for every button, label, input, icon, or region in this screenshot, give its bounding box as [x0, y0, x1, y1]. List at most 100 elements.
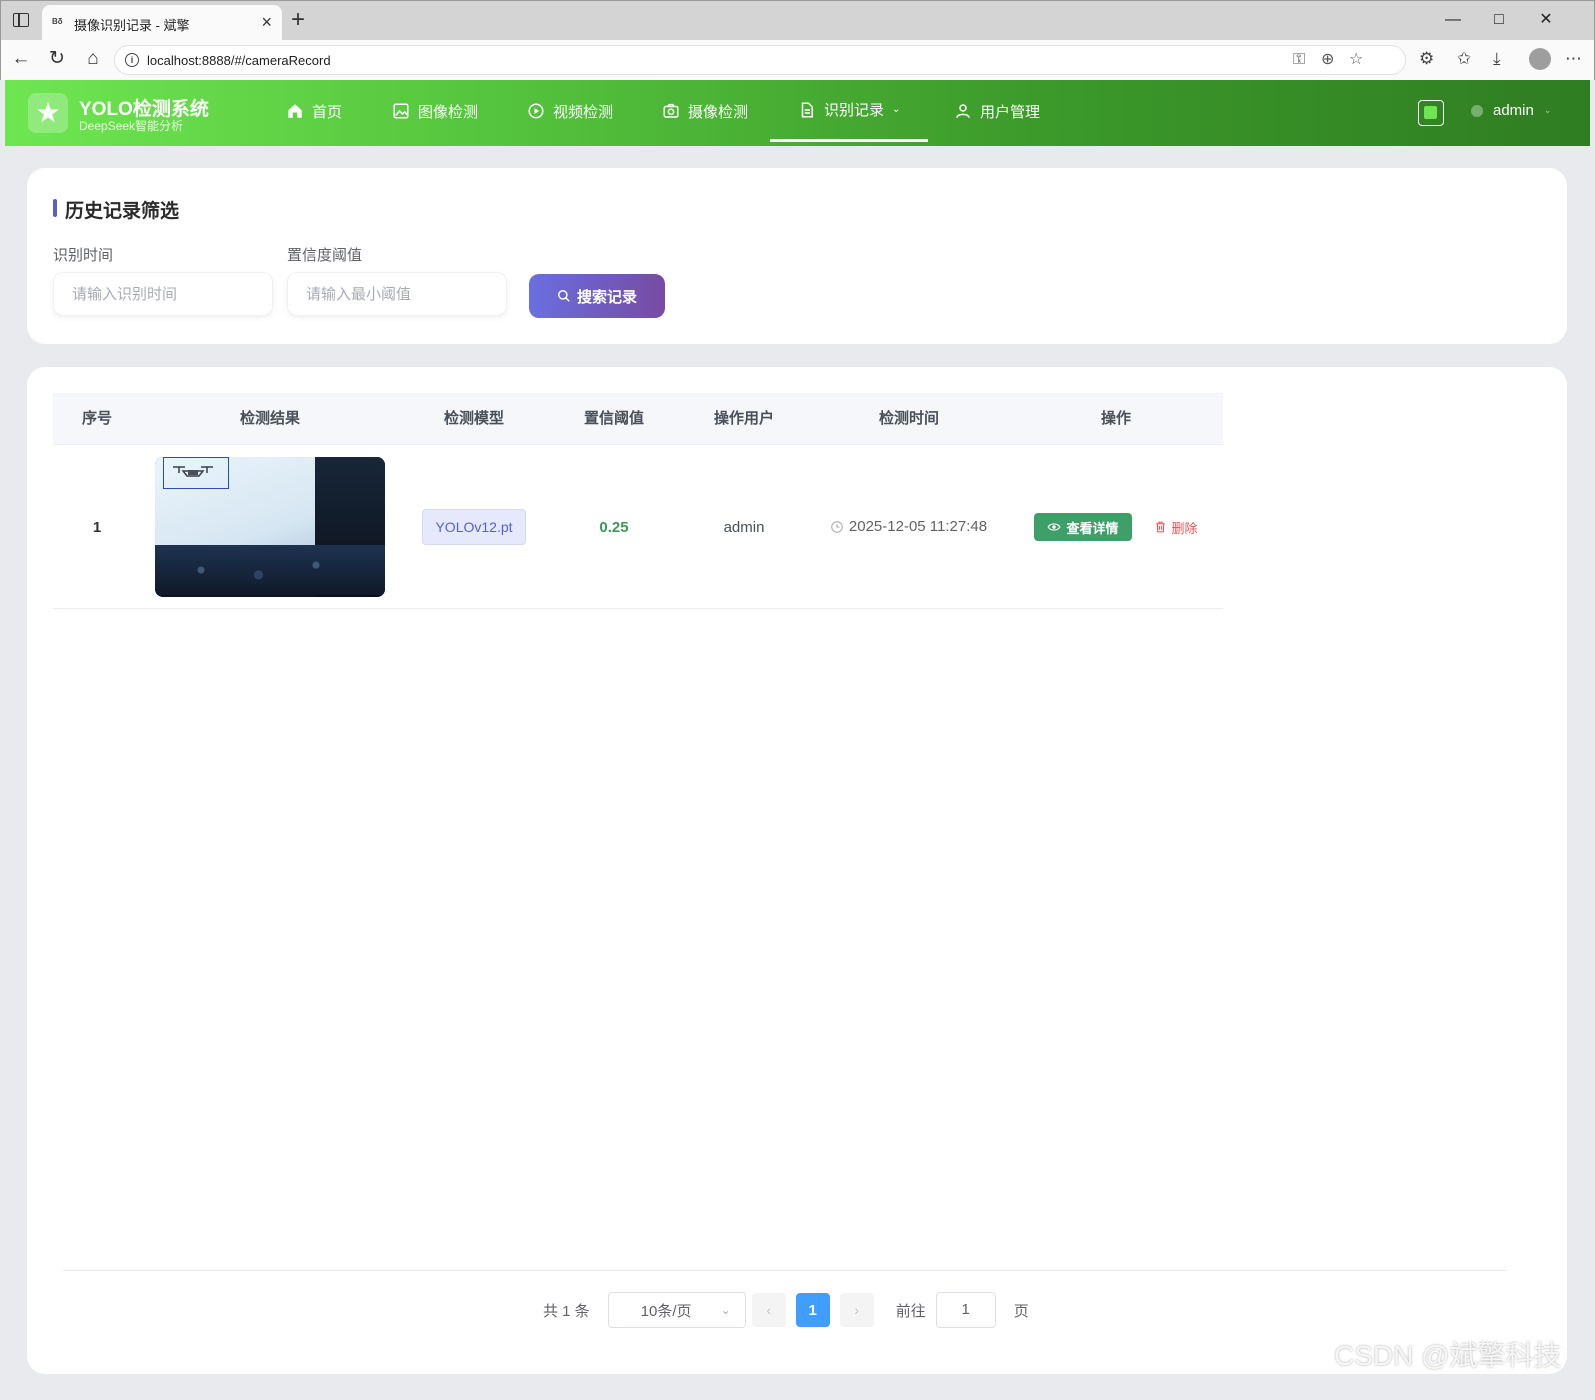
page-size-select[interactable]: 10条/页 ⌄	[607, 1292, 746, 1328]
user-avatar-icon	[1471, 104, 1483, 117]
time-input[interactable]	[53, 272, 273, 316]
th-confidence: 置信阈值	[583, 410, 644, 427]
browser-tab[interactable]: Bδ 摄像识别记录 - 斌擎 ×	[42, 5, 282, 41]
site-info-icon[interactable]: i	[125, 53, 139, 67]
minimize-icon[interactable]: —	[1443, 9, 1463, 31]
page-suffix: 页	[1013, 1302, 1029, 1320]
app-navbar: ★ YOLO检测系统 DeepSeek智能分析 首页 图像检测 视频检测 摄像检…	[5, 80, 1590, 146]
table-header: 序号 检测结果 检测模型 置信阈值 操作用户 检测时间 操作	[53, 393, 1223, 445]
cell-result	[141, 445, 399, 609]
camera-icon	[663, 103, 679, 118]
search-icon	[558, 290, 570, 302]
app-subtitle: DeepSeek智能分析	[79, 119, 184, 133]
nav-item-video-detect[interactable]: 视频检测	[527, 80, 613, 142]
extensions-icon[interactable]: ⚙	[1419, 49, 1434, 69]
next-page-icon[interactable]: ›	[839, 1293, 874, 1327]
cell-actions: 查看详情 删除	[1009, 445, 1223, 609]
home-page-icon[interactable]: ⌂	[81, 48, 105, 70]
nav-label-video-detect: 视频检测	[553, 103, 614, 121]
back-icon[interactable]: ←	[9, 48, 33, 70]
pagination-divider	[63, 1270, 1507, 1271]
tab-close-icon[interactable]: ×	[261, 12, 272, 32]
goto-label: 前往	[895, 1302, 926, 1320]
sidebar-toggle-icon[interactable]	[13, 13, 29, 27]
filter-card: 历史记录筛选 识别时间 置信度阈值 搜索记录	[27, 168, 1567, 344]
drone-icon	[173, 466, 213, 477]
new-tab-icon[interactable]: +	[291, 7, 305, 33]
cell-index: 1	[92, 518, 102, 536]
favorite-star-icon[interactable]: ☆	[1349, 51, 1363, 69]
view-detail-label: 查看详情	[1066, 520, 1119, 536]
th-user: 操作用户	[713, 410, 774, 427]
close-window-icon[interactable]: ✕	[1536, 9, 1556, 31]
confidence-input[interactable]	[287, 272, 507, 316]
nav-item-image-detect[interactable]: 图像检测	[392, 80, 478, 142]
cell-model: YOLOv12.pt	[399, 445, 549, 609]
th-result: 检测结果	[239, 410, 300, 427]
nav-label-home: 首页	[312, 103, 343, 121]
th-index: 序号	[81, 410, 112, 427]
cell-time: 2025-12-05 11:27:48	[809, 445, 1009, 609]
home-icon	[288, 104, 302, 118]
eye-icon	[1047, 523, 1061, 531]
clock-icon	[831, 521, 843, 533]
nav-username: admin	[1493, 102, 1534, 119]
zoom-icon[interactable]: ⊕	[1321, 51, 1334, 69]
delete-button[interactable]: 删除	[1154, 518, 1198, 537]
profile-avatar[interactable]	[1529, 48, 1551, 70]
fullscreen-icon[interactable]	[1418, 100, 1444, 126]
pagination-total: 共 1 条	[543, 1302, 590, 1320]
time-value: 2025-12-05 11:27:48	[848, 518, 988, 535]
chevron-down-icon: ⌄	[892, 104, 901, 115]
url-text: localhost:8888/#/cameraRecord	[147, 53, 331, 68]
time-label: 识别时间	[53, 247, 114, 264]
reload-icon[interactable]: ↻	[45, 48, 69, 70]
trash-icon	[1155, 521, 1165, 533]
goto-page-input[interactable]: 1	[935, 1292, 996, 1328]
th-actions: 操作	[1100, 410, 1131, 427]
cell-confidence: 0.25	[549, 445, 679, 609]
prev-page-icon[interactable]: ‹	[751, 1293, 786, 1327]
user-dropdown[interactable]: admin ⌄	[1471, 102, 1551, 119]
nav-label-records: 识别记录	[824, 102, 885, 119]
time-wrap: 2025-12-05 11:27:48	[830, 514, 988, 540]
thumbnail-foreground	[155, 545, 385, 595]
key-icon[interactable]: ⚿	[1293, 51, 1305, 69]
model-tag: YOLOv12.pt	[422, 509, 526, 545]
page-number-current[interactable]: 1	[795, 1293, 830, 1327]
download-icon[interactable]: ⤓	[1493, 49, 1501, 69]
address-bar-row: ← ↻ ⌂ i localhost:8888/#/cameraRecord ⚿ …	[0, 40, 1595, 80]
image-icon	[393, 103, 409, 119]
pagination: 共 1 条 10条/页 ⌄ ‹ 1 › 前往 1 页	[543, 1292, 1029, 1328]
nav-item-records[interactable]: 识别记录 ⌄	[770, 80, 929, 142]
page-size-chevron-down-icon: ⌄	[720, 1303, 731, 1317]
th-time: 检测时间	[878, 410, 939, 427]
document-icon	[801, 102, 813, 117]
nav-item-camera-detect[interactable]: 摄像检测	[662, 80, 748, 142]
page-size-value: 10条/页	[640, 1302, 692, 1320]
favorites-icon[interactable]: ✩	[1457, 49, 1471, 69]
nav-label-image-detect: 图像检测	[418, 103, 479, 121]
search-button[interactable]: 搜索记录	[529, 274, 665, 318]
confidence-label: 置信度阈值	[287, 247, 363, 264]
delete-label: 删除	[1171, 520, 1198, 536]
url-field[interactable]: i localhost:8888/#/cameraRecord ⚿ ⊕ ☆	[114, 45, 1406, 75]
records-table-card: 序号 检测结果 检测模型 置信阈值 操作用户 检测时间 操作 1 YOLOv12…	[27, 367, 1567, 1374]
tab-title: 摄像识别记录 - 斌擎	[74, 18, 190, 33]
filter-title: 历史记录筛选	[53, 196, 179, 223]
maximize-icon[interactable]: □	[1489, 9, 1509, 31]
table-row: 1 YOLOv12.pt 0.25 admin 2025-12-05 11:27…	[53, 445, 1223, 609]
confidence-value: 0.25	[599, 518, 629, 536]
nav-label-camera-detect: 摄像检测	[688, 103, 749, 121]
nav-item-home[interactable]: 首页	[286, 80, 342, 142]
logo-star-icon: ★	[28, 93, 68, 133]
nav-label-user-manage: 用户管理	[980, 103, 1041, 121]
view-detail-button[interactable]: 查看详情	[1034, 513, 1132, 541]
user-icon	[956, 104, 970, 118]
more-menu-icon[interactable]: ⋯	[1565, 49, 1582, 69]
nav-item-user-manage[interactable]: 用户管理	[954, 80, 1040, 142]
tab-favicon-icon: Bδ	[52, 17, 63, 26]
search-button-label: 搜索记录	[576, 288, 637, 306]
user-chevron-down-icon: ⌄	[1543, 105, 1552, 115]
detection-thumbnail[interactable]	[155, 457, 385, 597]
